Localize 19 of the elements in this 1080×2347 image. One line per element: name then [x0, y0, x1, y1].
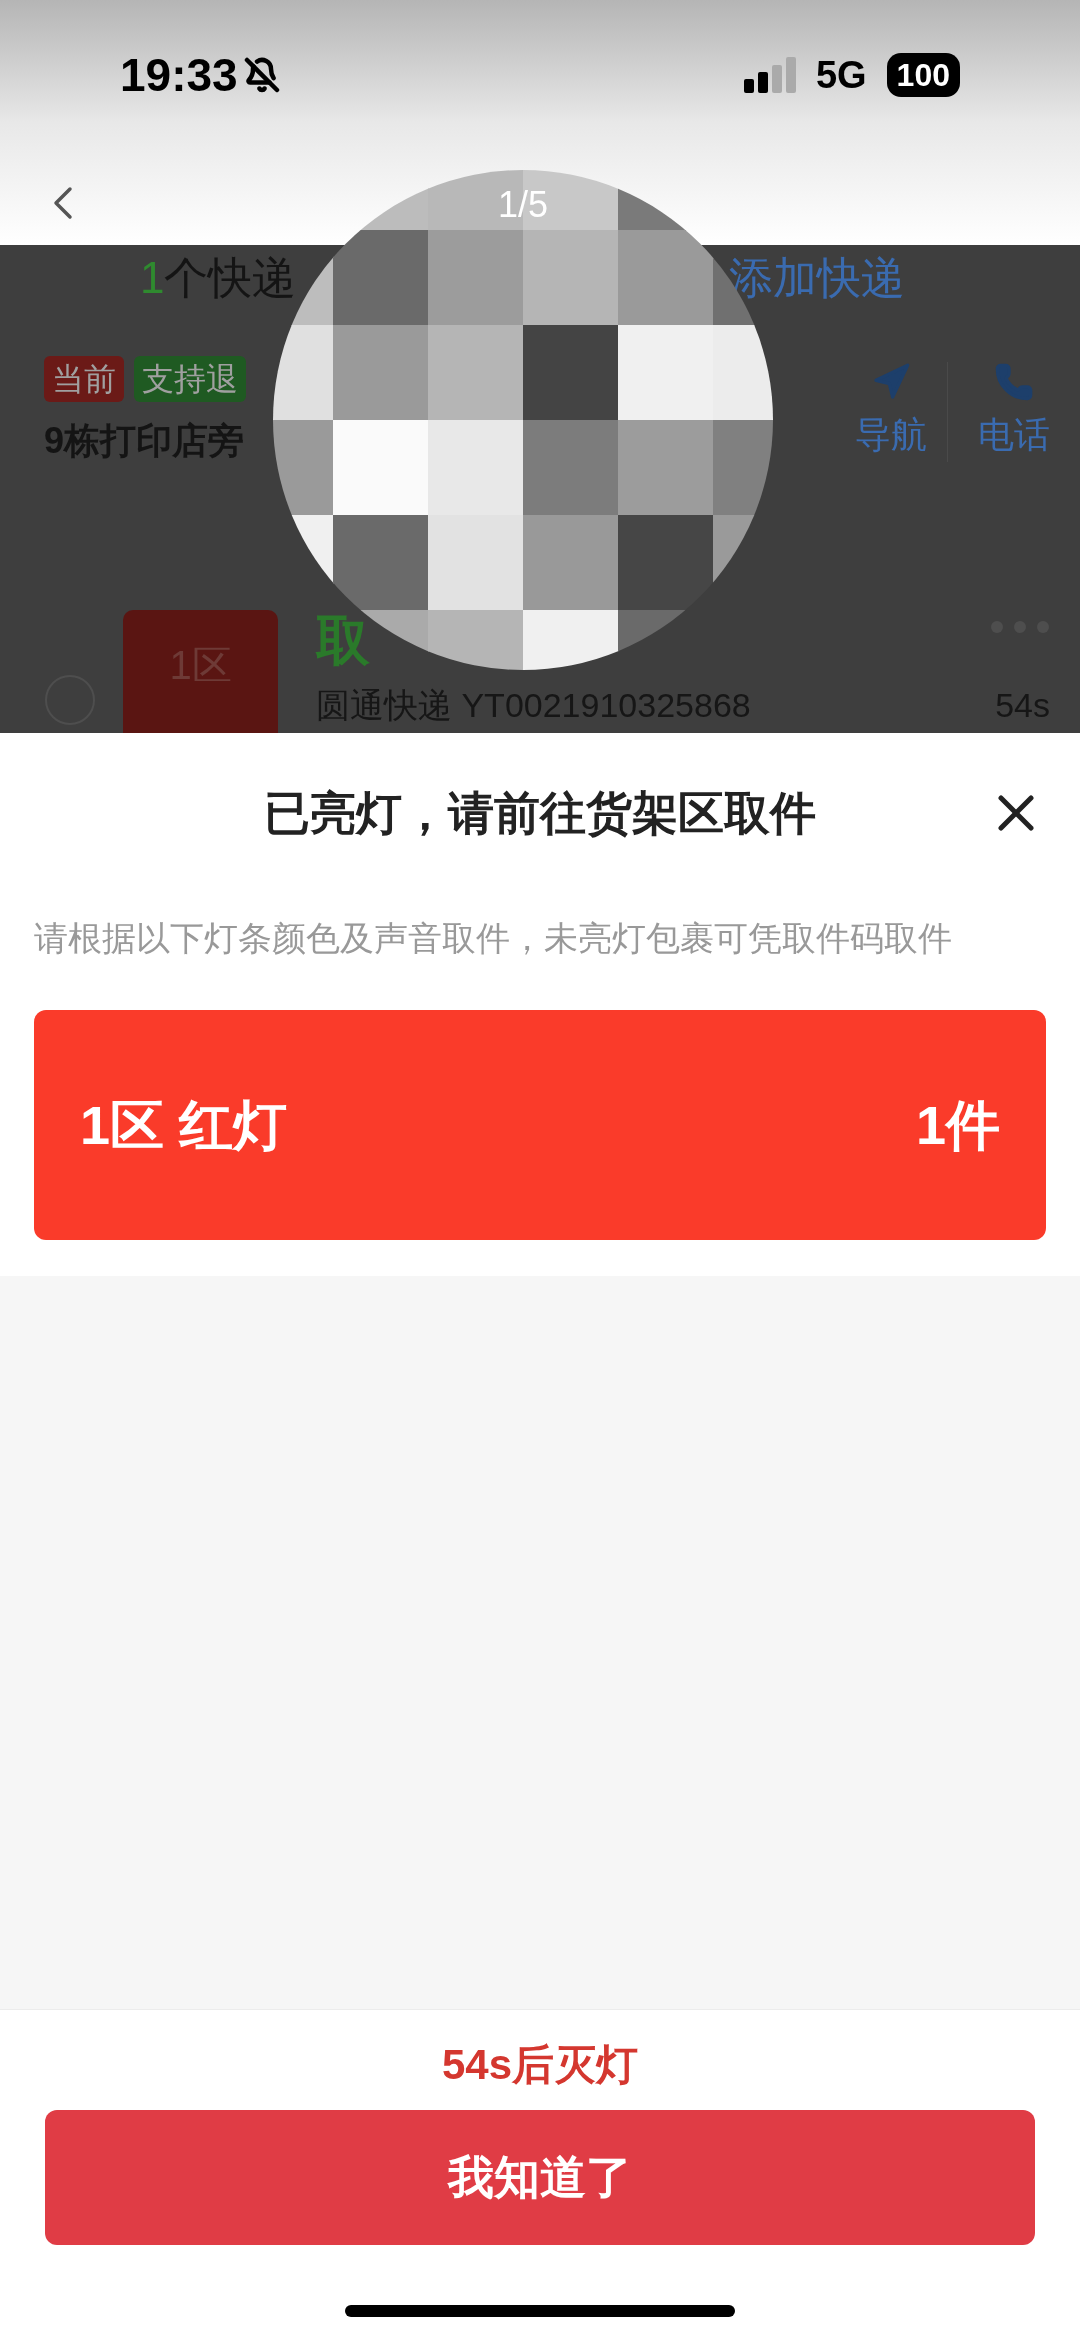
signal-icon	[743, 57, 796, 93]
action-button[interactable]: 导航	[855, 362, 927, 462]
bell-muted-icon	[243, 57, 280, 93]
confirm-button[interactable]: 我知道了	[45, 2110, 1035, 2245]
clock-time: 19:33	[120, 47, 238, 103]
light-off-countdown: 54s后灭灯	[441, 2040, 639, 2090]
zone-light-label: 1区 红灯	[80, 1093, 288, 1157]
instruction-text: 请根据以下灯条颜色及声音取件，未亮灯包裹可凭取件码取件	[34, 918, 953, 959]
tag: 支持退	[134, 356, 246, 402]
page-counter: 1/5	[496, 183, 549, 227]
parcel-count: 1件	[915, 1093, 1000, 1157]
action-button[interactable]: 电话	[978, 362, 1050, 462]
phone-icon	[994, 362, 1034, 402]
pickup-status: 取	[316, 610, 370, 670]
sheet-title: 已亮灯，请前往货架区取件	[264, 785, 816, 841]
battery-indicator: 100	[886, 53, 960, 97]
navigation-arrow-icon	[871, 362, 911, 402]
network-label: 5G	[815, 52, 867, 98]
tag: 当前	[44, 356, 124, 402]
